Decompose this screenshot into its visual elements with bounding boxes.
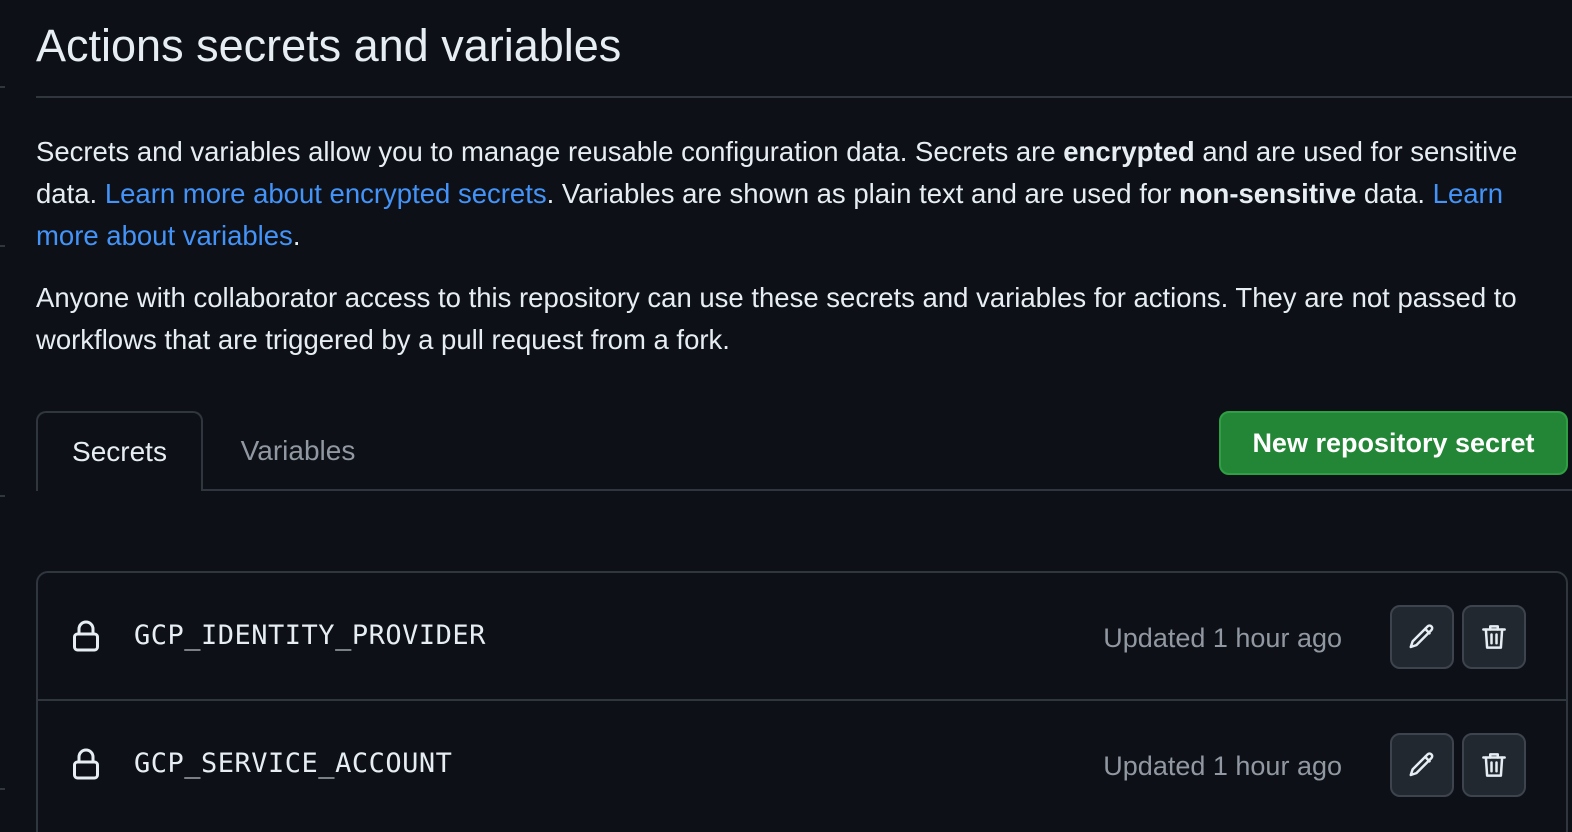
description-text: . (292, 220, 301, 251)
trash-icon (1482, 753, 1506, 777)
edit-secret-button[interactable] (1390, 733, 1454, 797)
trash-icon (1482, 625, 1506, 649)
secret-name: GCP_SERVICE_ACCOUNT (134, 748, 453, 779)
secrets-list: GCP_IDENTITY_PROVIDER Updated 1 hour ago (36, 571, 1568, 832)
secret-row: GCP_SERVICE_ACCOUNT Updated 1 hour ago (38, 701, 1566, 827)
left-edge-marks (0, 0, 6, 832)
title-divider (36, 96, 1572, 98)
description-bold-encrypted: encrypted (1063, 136, 1195, 167)
delete-secret-button[interactable] (1462, 733, 1526, 797)
pencil-icon (1409, 752, 1434, 777)
learn-more-encrypted-secrets-link[interactable]: Learn more about encrypted secrets (105, 178, 547, 209)
page: Actions secrets and variables Secrets an… (0, 0, 1572, 832)
new-repository-secret-button[interactable]: New repository secret (1219, 411, 1568, 475)
secret-name: GCP_IDENTITY_PROVIDER (134, 620, 486, 651)
secret-updated-time: Updated 1 hour ago (1103, 623, 1342, 653)
tab-variables[interactable]: Variables (218, 411, 378, 491)
edit-secret-button[interactable] (1390, 605, 1454, 669)
delete-secret-button[interactable] (1462, 605, 1526, 669)
pencil-icon (1409, 624, 1434, 649)
secret-row: GCP_IDENTITY_PROVIDER Updated 1 hour ago (38, 573, 1566, 701)
description-text: data. (1356, 178, 1433, 209)
tab-secrets[interactable]: Secrets (36, 411, 203, 491)
lock-icon (73, 620, 99, 652)
description-bold-non-sensitive: non-sensitive (1178, 178, 1357, 209)
secret-updated-time: Updated 1 hour ago (1103, 751, 1342, 781)
description-text: Secrets and variables allow you to manag… (36, 136, 1064, 167)
page-title: Actions secrets and variables (36, 20, 622, 71)
lock-icon (73, 748, 99, 780)
description-paragraph-2: Anyone with collaborator access to this … (36, 282, 1517, 355)
description-paragraph-1: Secrets and variables allow you to manag… (36, 131, 1536, 257)
description-text: . Variables are shown as plain text and … (546, 178, 1179, 209)
